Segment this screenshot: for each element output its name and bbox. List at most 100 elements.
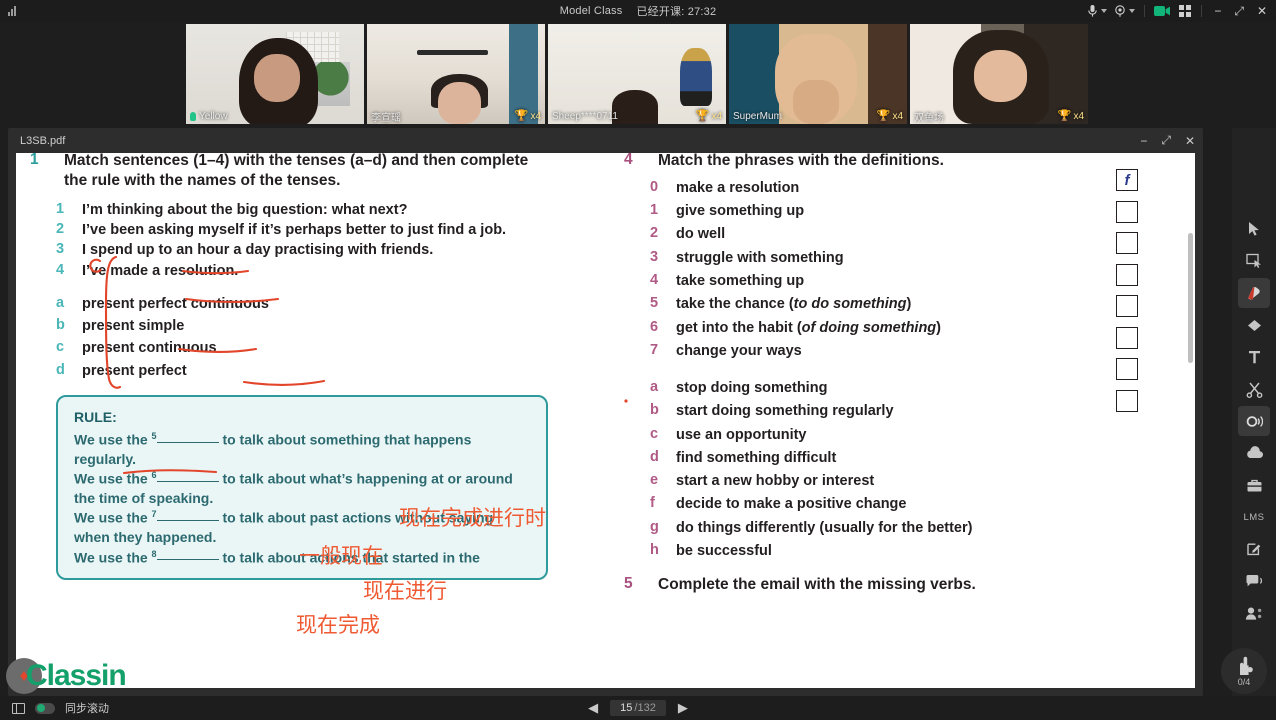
- microphone-icon: [1088, 5, 1098, 17]
- video-camera-icon: [1154, 6, 1171, 16]
- tile-label: Yellow: [186, 108, 364, 124]
- underline-ink: [181, 269, 250, 275]
- page-navigation: ◀ 15 /132 ▶: [0, 700, 1276, 716]
- classin-watermark: ♦ Classin: [6, 658, 127, 694]
- toolbox[interactable]: [1238, 470, 1270, 500]
- scissors-icon: [1246, 382, 1262, 398]
- video-toggle-button[interactable]: [1154, 5, 1171, 17]
- pdf-close-button[interactable]: ✕: [1185, 134, 1195, 148]
- class-title: Model Class: [559, 5, 623, 17]
- trophy-icon: 🏆: [695, 109, 710, 122]
- pdf-viewer-window: L3SB.pdf − ⤢ ✕ ( ) 1 Match s: [8, 128, 1203, 696]
- text-icon: [1248, 351, 1260, 364]
- trophy-count: x4: [711, 110, 722, 122]
- underline-ink: [184, 297, 280, 304]
- video-tile[interactable]: 李宣瑶 🏆 x4: [367, 24, 545, 124]
- hand-count: 0/4: [1237, 676, 1251, 687]
- ink-annotation-layer: [89, 255, 628, 475]
- trophy-badge: 🏆 x4: [695, 109, 722, 122]
- pdf-scrollbar[interactable]: [1188, 233, 1193, 363]
- diamond-shape-icon: [1247, 319, 1261, 331]
- pdf-window-controls: − ⤢ ✕: [1140, 128, 1195, 153]
- chat-bubble-icon: [1246, 574, 1262, 586]
- underline-ink: [242, 379, 326, 386]
- prev-page-icon[interactable]: ◀: [588, 700, 598, 716]
- class-info: Model Class 已经开课: 27:32: [0, 0, 1276, 22]
- annotation-toolbar: LMS: [1232, 128, 1276, 696]
- trophy-count: x4: [1073, 110, 1084, 122]
- edit-note-icon: [1247, 543, 1261, 556]
- cloud-icon: [1246, 446, 1263, 459]
- pdf-title-bar: L3SB.pdf − ⤢ ✕: [8, 128, 1203, 153]
- bottom-bar: 同步滚动 ◀ 15 /132 ▶: [0, 696, 1276, 720]
- pdf-page-canvas[interactable]: ( ) 1 Match sentences (1–4) with the ten…: [16, 153, 1195, 688]
- laser-pointer-icon: [1246, 415, 1263, 427]
- trophy-count: x4: [530, 110, 541, 122]
- next-page-icon[interactable]: ▶: [678, 700, 688, 716]
- cut-tool[interactable]: [1238, 374, 1270, 404]
- lms-label: LMS: [1243, 511, 1265, 523]
- chevron-down-icon: [1129, 9, 1136, 13]
- text-tool[interactable]: [1238, 342, 1270, 372]
- classin-app: Model Class 已经开课: 27:32 − ⤢ ✕ Yellow 李宣瑶…: [0, 0, 1276, 720]
- strikethrough-ink: [122, 469, 218, 475]
- video-tile-strip: Yellow 李宣瑶 🏆 x4 Sheep****0711 🏆 x4 Super…: [186, 24, 1088, 124]
- classin-logo-text: Classin: [26, 659, 127, 692]
- video-tile[interactable]: Sheep****0711 🏆 x4: [548, 24, 726, 124]
- participant-name: SuperMum: [733, 110, 782, 122]
- participants-icon: [1245, 607, 1262, 620]
- briefcase-icon: [1247, 479, 1261, 491]
- notes[interactable]: [1238, 534, 1270, 564]
- divider: [1201, 5, 1203, 17]
- pdf-maximize-button[interactable]: ⤢: [1161, 133, 1171, 148]
- tile-label: 李宣瑶 🏆 x4: [367, 108, 545, 124]
- video-tile[interactable]: SuperMum 🏆 x4: [729, 24, 907, 124]
- top-bar-controls: − ⤢ ✕: [1087, 0, 1270, 22]
- pointer-tool[interactable]: [1238, 214, 1270, 244]
- maximize-button[interactable]: ⤢: [1231, 5, 1247, 17]
- laser-tool[interactable]: [1238, 406, 1270, 436]
- video-tile[interactable]: 双鱼场 🏆 x4: [910, 24, 1088, 124]
- participants[interactable]: [1238, 598, 1270, 628]
- trophy-icon: 🏆: [1057, 109, 1072, 122]
- trophy-icon: 🏆: [514, 109, 529, 122]
- tile-label: Sheep****0711 🏆 x4: [548, 108, 726, 124]
- camera-control[interactable]: [1114, 4, 1136, 18]
- trophy-icon: 🏆: [876, 109, 891, 122]
- grid-layout-icon: [1179, 5, 1192, 17]
- close-button[interactable]: ✕: [1254, 5, 1270, 17]
- shape-tool[interactable]: [1238, 310, 1270, 340]
- mic-control[interactable]: [1087, 4, 1108, 18]
- total-pages: /132: [634, 702, 656, 714]
- minimize-button[interactable]: −: [1211, 5, 1224, 17]
- circle-mark-ink: [89, 258, 102, 273]
- pen-tool[interactable]: [1238, 278, 1270, 308]
- underline-ink: [177, 347, 258, 354]
- tile-label: SuperMum 🏆 x4: [729, 108, 907, 124]
- pdf-file-name: L3SB.pdf: [20, 134, 66, 147]
- lms[interactable]: LMS: [1238, 502, 1270, 532]
- cloud-drive[interactable]: [1238, 438, 1270, 468]
- class-timer: 已经开课: 27:32: [636, 6, 717, 18]
- pdf-minimize-button[interactable]: −: [1140, 134, 1147, 148]
- trophy-count: x4: [892, 110, 903, 122]
- participant-name: Yellow: [199, 110, 228, 122]
- trophy-badge: 🏆 x4: [514, 109, 541, 122]
- trophy-badge: 🏆 x4: [876, 109, 903, 122]
- raise-hand-button[interactable]: 0/4: [1221, 648, 1267, 694]
- bracket-ink: [104, 255, 122, 389]
- layout-button[interactable]: [1178, 4, 1192, 18]
- select-tool[interactable]: [1238, 246, 1270, 276]
- page-indicator[interactable]: 15 /132: [610, 700, 666, 716]
- video-tile[interactable]: Yellow: [186, 24, 364, 124]
- divider: [1144, 5, 1146, 17]
- tile-label: 双鱼场 🏆 x4: [910, 108, 1088, 124]
- participant-name: 李宣瑶: [371, 112, 401, 124]
- marker-pen-icon: [1248, 286, 1260, 300]
- selection-box-icon: [1245, 253, 1261, 268]
- raise-hand-icon: [1239, 656, 1253, 675]
- microphone-icon: [190, 111, 196, 121]
- cursor-icon: [1248, 222, 1259, 236]
- chevron-down-icon: [1101, 9, 1108, 13]
- chat[interactable]: [1238, 566, 1270, 596]
